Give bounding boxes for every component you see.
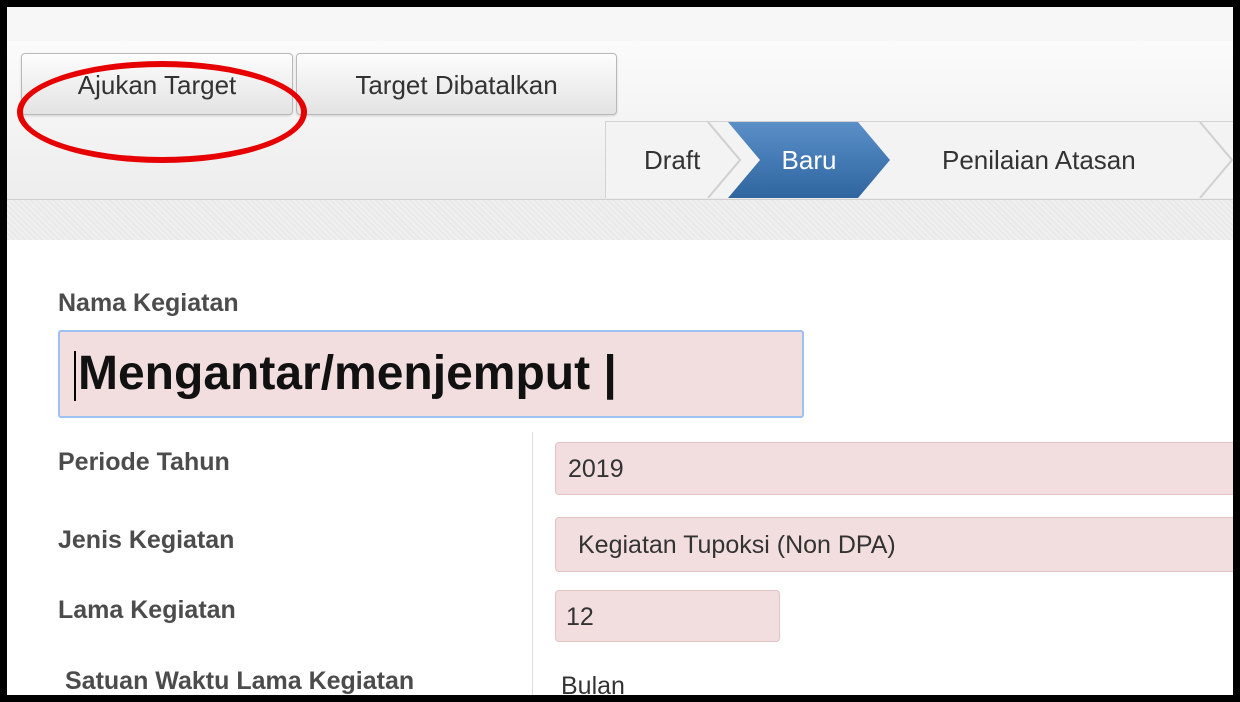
text-cursor (74, 351, 76, 402)
lama-kegiatan-label: Lama Kegiatan (58, 596, 236, 624)
lama-kegiatan-field[interactable]: 12 (555, 590, 780, 642)
ajukan-target-button[interactable]: Ajukan Target (21, 53, 293, 115)
periode-tahun-label: Periode Tahun (58, 448, 230, 476)
target-dibatalkan-button[interactable]: Target Dibatalkan (296, 53, 617, 115)
status-bar: Draft Baru Penilaian Atasan (605, 121, 1233, 198)
nama-kegiatan-value: Mengantar/menjemput | (78, 347, 617, 400)
form-header: Ajukan Target Target Dibatalkan Draft Ba… (7, 41, 1233, 200)
status-step-penilaian-atasan[interactable]: Penilaian Atasan (942, 122, 1136, 198)
nama-kegiatan-label: Nama Kegiatan (58, 289, 239, 317)
satuan-waktu-value: Bulan (561, 672, 625, 700)
pattern-divider (7, 200, 1233, 241)
status-step-baru[interactable]: Baru (728, 122, 890, 198)
jenis-kegiatan-label: Jenis Kegiatan (58, 526, 235, 554)
periode-tahun-field[interactable]: 2019 (555, 442, 1233, 495)
top-strip (7, 7, 1233, 42)
chevron-separator-icon (1199, 122, 1233, 198)
jenis-kegiatan-field[interactable]: Kegiatan Tupoksi (Non DPA) (555, 517, 1233, 572)
status-step-draft[interactable]: Draft (644, 122, 700, 198)
column-divider (532, 432, 533, 695)
satuan-waktu-label: Satuan Waktu Lama Kegiatan (65, 667, 415, 695)
form-sheet: Nama Kegiatan Mengantar/menjemput | Peri… (7, 240, 1233, 700)
screenshot-frame: Ajukan Target Target Dibatalkan Draft Ba… (0, 0, 1240, 702)
nama-kegiatan-input[interactable]: Mengantar/menjemput | (58, 330, 804, 418)
